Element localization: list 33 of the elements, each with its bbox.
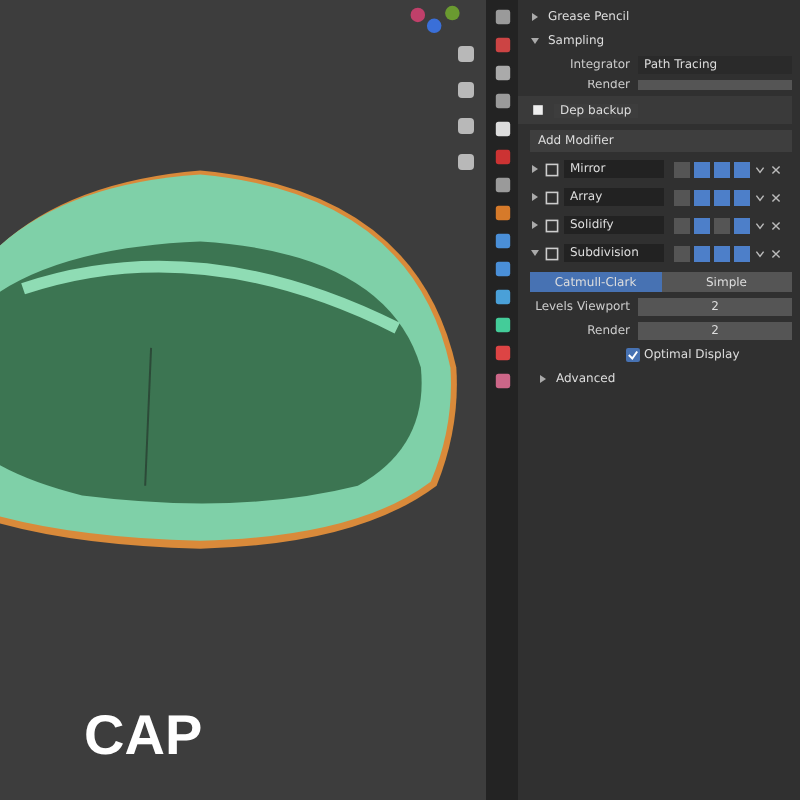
toggle-button[interactable]: [734, 161, 750, 177]
toggle-button[interactable]: [734, 189, 750, 205]
toggle-button[interactable]: [714, 217, 730, 233]
toggle-button[interactable]: [674, 245, 690, 261]
disclosure-icon[interactable]: [530, 192, 540, 202]
caption-text: CAP: [84, 704, 203, 768]
chevron-icon[interactable]: [754, 219, 766, 231]
checkbox[interactable]: [626, 348, 640, 362]
toggle-button[interactable]: [714, 189, 730, 205]
close-icon[interactable]: [770, 163, 782, 175]
toggle-button[interactable]: [694, 217, 710, 233]
close-icon[interactable]: [770, 219, 782, 231]
chevron-icon[interactable]: [754, 247, 766, 259]
toggle-button[interactable]: [694, 189, 710, 205]
toggle-button[interactable]: [694, 245, 710, 261]
disclosure-icon[interactable]: [530, 12, 540, 22]
toggle-button[interactable]: [694, 161, 710, 177]
toggle-button[interactable]: [714, 161, 730, 177]
toggle-button[interactable]: [674, 161, 690, 177]
close-icon[interactable]: [770, 191, 782, 203]
disclosure-icon[interactable]: [530, 36, 540, 46]
toggle-button[interactable]: [674, 217, 690, 233]
close-icon[interactable]: [770, 247, 782, 259]
disclosure-icon[interactable]: [530, 164, 540, 174]
disclosure-icon[interactable]: [538, 374, 548, 384]
toggle-button[interactable]: [734, 245, 750, 261]
chevron-icon[interactable]: [754, 191, 766, 203]
toggle-button[interactable]: [714, 245, 730, 261]
toggle-button[interactable]: [734, 217, 750, 233]
toggle-button[interactable]: [674, 189, 690, 205]
chevron-icon[interactable]: [754, 163, 766, 175]
disclosure-icon[interactable]: [530, 248, 540, 258]
disclosure-icon[interactable]: [530, 220, 540, 230]
